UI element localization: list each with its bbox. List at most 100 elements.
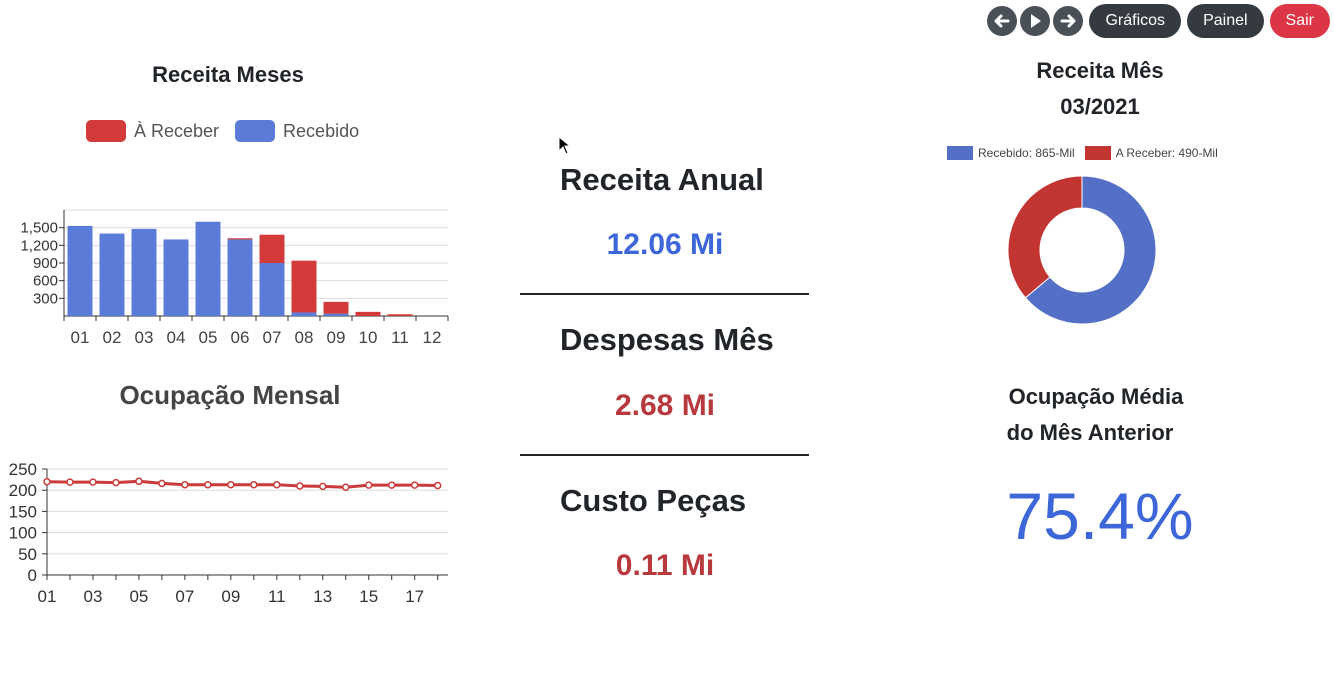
ocupacao-media-value: 75.4% bbox=[1006, 479, 1194, 553]
legend-a-receber-mes[interactable]: A Receber: 490-Mil bbox=[1084, 146, 1218, 160]
arrow-left-icon bbox=[994, 14, 1010, 28]
bar-recebido bbox=[291, 312, 317, 316]
legend-recebido[interactable]: Recebido bbox=[235, 120, 359, 142]
custo-pecas-title: Custo Peças bbox=[560, 483, 747, 518]
despesas-mes-value: 2.68 Mi bbox=[614, 389, 716, 422]
ocupacao-point bbox=[296, 482, 304, 490]
y-tick-label: 1,500 bbox=[20, 220, 58, 237]
painel-button[interactable]: Painel bbox=[1187, 4, 1264, 38]
receita-mes-subtitle: 03/2021 bbox=[1060, 94, 1140, 119]
ocupacao-mensal-chart: 0 50 100 150 200 250 01 03 05 07 09 11 13 15 17 bbox=[9, 460, 448, 606]
custo-pecas-value: 0.11 Mi bbox=[615, 549, 715, 582]
despesas-mes-title: Despesas Mês bbox=[560, 322, 774, 357]
legend-recebido-label: Recebido bbox=[283, 120, 360, 141]
y-tick-label: 900 bbox=[33, 255, 58, 272]
ocupacao-point bbox=[387, 481, 396, 489]
receita-meses-legend: À Receber Recebido bbox=[86, 120, 359, 142]
bar-a-receber bbox=[291, 260, 317, 313]
receita-meses-chart: 3006009001,2001,500 01 02 03 04 05 06 07 08 09 10 1… bbox=[20, 209, 449, 347]
x-tick-label: 13 bbox=[313, 587, 332, 606]
y-tick-label: 50 bbox=[18, 545, 37, 564]
ocupacao-point bbox=[158, 479, 166, 488]
legend-swatch-blue-small bbox=[947, 146, 973, 160]
x-tick-label: 03 bbox=[135, 328, 154, 347]
x-tick-label: 17 bbox=[405, 587, 424, 606]
bar-recebido bbox=[131, 228, 157, 316]
bar-a-receber bbox=[387, 314, 413, 316]
bar-a-receber bbox=[259, 234, 285, 263]
x-tick-label: 03 bbox=[83, 587, 102, 606]
receita-anual-title: Receita Anual bbox=[560, 162, 764, 197]
ocupacao-point bbox=[410, 481, 419, 489]
ocupacao-point bbox=[433, 481, 442, 490]
y-tick-label: 250 bbox=[9, 460, 37, 479]
ocupacao-point bbox=[341, 483, 350, 491]
bar-a-receber bbox=[227, 238, 253, 240]
ocupacao-point bbox=[227, 480, 235, 489]
x-tick-label: 09 bbox=[221, 587, 240, 606]
y-tick-label: 200 bbox=[9, 481, 37, 500]
mouse-cursor-icon bbox=[558, 136, 572, 155]
receita-mes-legend: Recebido: 865-Mil A Receber: 490-Mil bbox=[947, 146, 1218, 160]
ocupacao-point bbox=[319, 482, 327, 491]
bar-recebido bbox=[163, 239, 189, 316]
y-tick-label: 300 bbox=[33, 290, 58, 307]
next-button[interactable] bbox=[1053, 6, 1084, 36]
x-tick-label: 08 bbox=[295, 328, 314, 347]
legend-a-receber[interactable]: À Receber bbox=[86, 120, 219, 142]
legend-swatch-red-small bbox=[1084, 146, 1111, 160]
divider-1 bbox=[520, 293, 809, 295]
receita-mes-donut bbox=[1007, 175, 1157, 325]
ocupacao-point bbox=[89, 478, 97, 486]
play-button[interactable] bbox=[1020, 6, 1051, 36]
y-tick-label: 600 bbox=[33, 273, 58, 290]
ocupacao-line bbox=[46, 479, 438, 489]
graficos-button[interactable]: Gráficos bbox=[1089, 4, 1182, 38]
ocupacao-point bbox=[204, 480, 212, 489]
x-tick-label: 06 bbox=[231, 328, 250, 347]
x-tick-label: 05 bbox=[129, 587, 148, 606]
receita-mes-title: Receita Mês bbox=[1036, 58, 1164, 83]
top-nav: Gráficos Painel Sair bbox=[987, 4, 1330, 38]
legend-a-receber-label: À Receber bbox=[134, 120, 220, 141]
ocupacao-point bbox=[135, 477, 143, 486]
x-tick-label: 12 bbox=[423, 328, 442, 347]
ocupacao-media-title-2: do Mês Anterior bbox=[1006, 420, 1174, 445]
y-tick-label: 150 bbox=[9, 502, 37, 521]
bar-a-receber bbox=[323, 301, 349, 314]
donut-slice-a-receber bbox=[1007, 175, 1083, 299]
receita-meses-title: Receita Meses bbox=[152, 62, 304, 87]
ocupacao-point bbox=[250, 480, 258, 489]
arrow-right-icon bbox=[1060, 14, 1076, 28]
sair-button[interactable]: Sair bbox=[1269, 4, 1330, 38]
y-tick-label: 100 bbox=[9, 524, 37, 543]
bar-recebido bbox=[195, 221, 221, 316]
ocupacao-mensal-title: Ocupação Mensal bbox=[119, 380, 341, 410]
ocupacao-point bbox=[43, 477, 51, 486]
legend-a-receber-mes-label: A Receber: 490-Mil bbox=[1115, 146, 1218, 160]
ocupacao-point bbox=[66, 478, 74, 486]
bar-a-receber bbox=[355, 311, 381, 316]
x-tick-label: 07 bbox=[263, 328, 282, 347]
divider-2 bbox=[520, 454, 809, 456]
x-tick-label: 11 bbox=[268, 587, 286, 606]
x-tick-label: 07 bbox=[175, 587, 194, 606]
legend-recebido-mes[interactable]: Recebido: 865-Mil bbox=[947, 146, 1075, 160]
x-tick-label: 02 bbox=[103, 328, 122, 347]
x-tick-label: 04 bbox=[167, 328, 186, 347]
legend-swatch-blue bbox=[235, 120, 276, 142]
bar-recebido bbox=[99, 233, 125, 316]
ocupacao-media-title-1: Ocupação Média bbox=[1008, 384, 1184, 409]
x-tick-label: 01 bbox=[38, 587, 57, 606]
ocupacao-point bbox=[112, 478, 120, 487]
ocupacao-point bbox=[273, 480, 281, 489]
legend-recebido-mes-label: Recebido: 865-Mil bbox=[978, 146, 1075, 160]
play-icon bbox=[1031, 14, 1042, 28]
ocupacao-point bbox=[364, 481, 373, 489]
prev-button[interactable] bbox=[987, 6, 1018, 36]
x-tick-label: 01 bbox=[71, 328, 90, 347]
x-tick-label: 15 bbox=[359, 587, 378, 606]
ocupacao-point bbox=[181, 480, 189, 489]
y-tick-label: 1,200 bbox=[20, 237, 58, 254]
legend-swatch-red bbox=[86, 120, 126, 142]
